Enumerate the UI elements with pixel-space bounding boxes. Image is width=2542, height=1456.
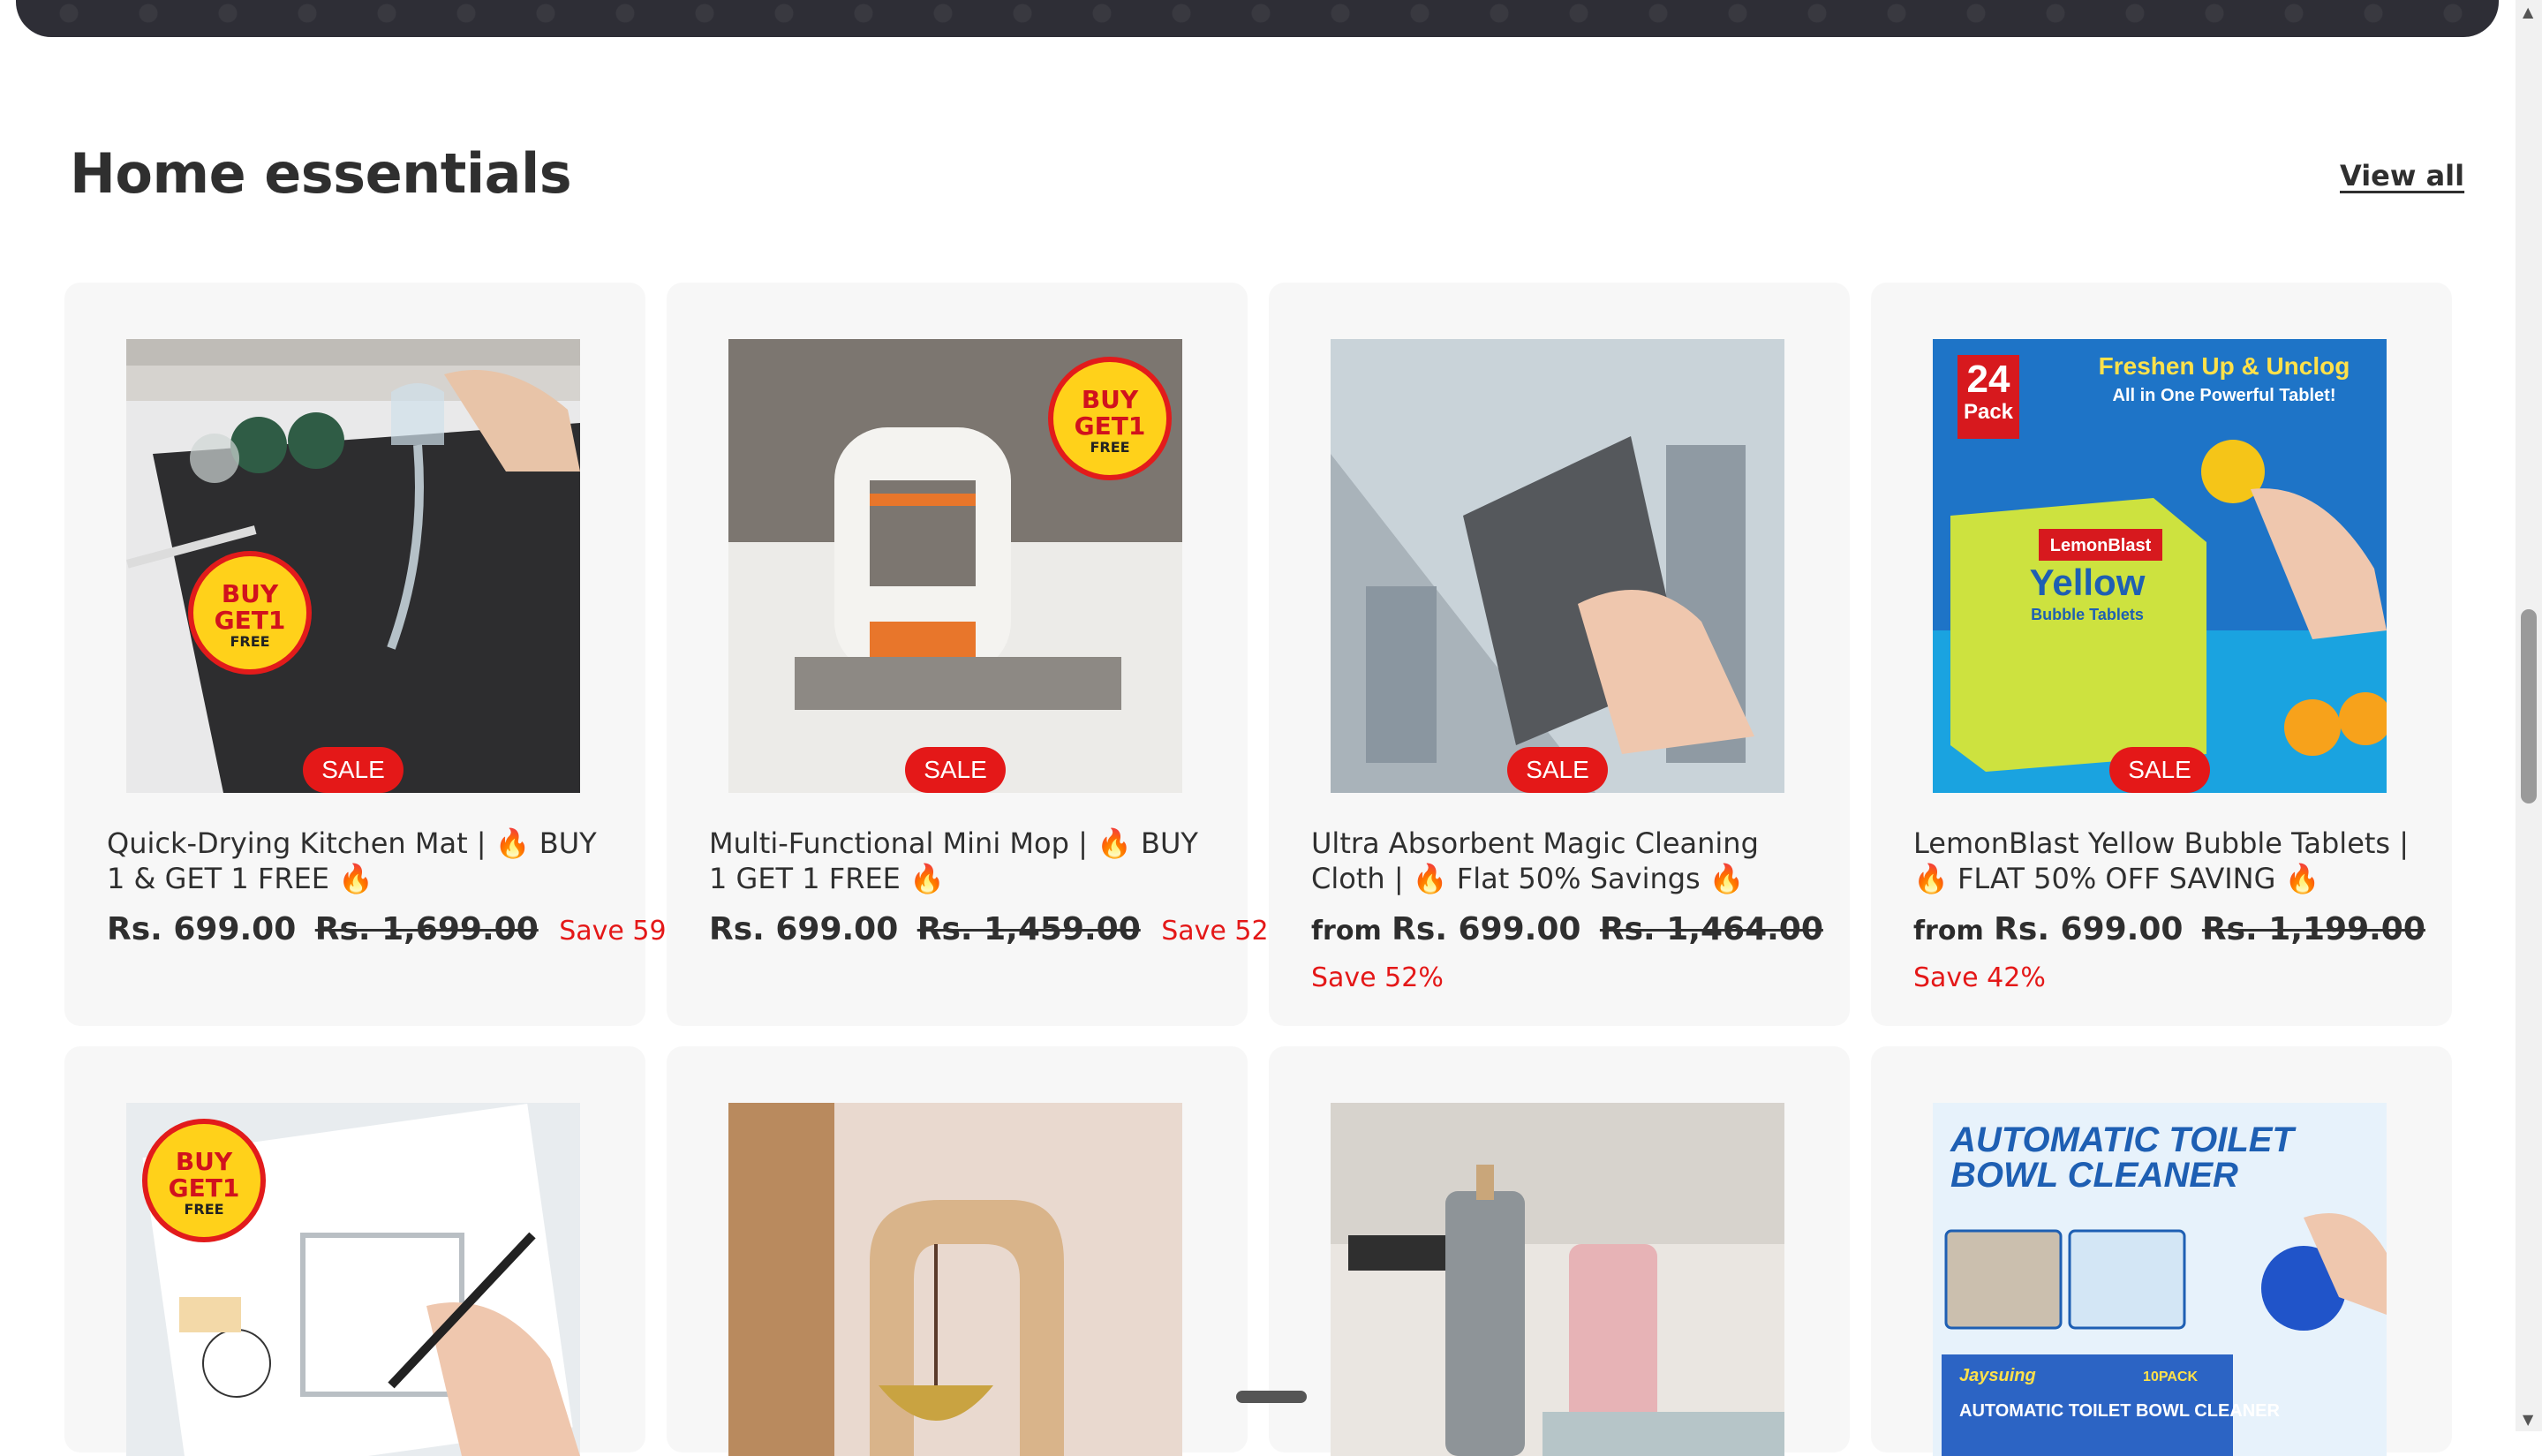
svg-text:Pack: Pack [1964,400,2014,424]
price-line: from Rs. 699.00 Rs. 1,464.00 [1311,911,1823,947]
bubble-tablets-image: 24 Pack Freshen Up & Unclog All in One P… [1933,339,2387,793]
bogo-badge: BUY GET1 FREE [188,551,312,675]
fire-icon: 🔥 [1412,862,1448,895]
fire-icon: 🔥 [1708,862,1745,895]
svg-text:AUTOMATIC TOILET: AUTOMATIC TOILET [1950,1120,2297,1159]
scroll-thumb[interactable] [2521,609,2537,803]
fire-icon: 🔥 [909,862,945,895]
fire-icon: 🔥 [494,826,531,860]
product-card-drawing-ruler[interactable]: BUY GET1 FREE [64,1046,645,1456]
product-title[interactable]: Ultra Absorbent Magic Cleaning Cloth | 🔥… [1311,826,1823,896]
product-title[interactable]: Quick-Drying Kitchen Mat | 🔥 BUY 1 & GET… [107,826,619,896]
product-image[interactable]: 24 Pack Freshen Up & Unclog All in One P… [1933,339,2387,793]
fire-icon: 🔥 [1097,826,1132,860]
compare-price: Rs. 1,699.00 [314,911,539,947]
save-label: Save 52% [1311,962,1444,993]
price-line: from Rs. 699.00 Rs. 1,199.00 [1913,911,2425,947]
product-card-mini-mop[interactable]: BUY GET1 FREE SALE Multi-Functional Mini… [667,283,1294,1026]
svg-text:Jaysuing: Jaysuing [1959,1366,2036,1385]
from-label: from [1311,916,1382,947]
kitchen-mat-image [126,339,580,793]
page-scrollbar[interactable]: ▲ ▼ [2516,0,2542,1431]
towel-roll-image [1331,1103,1784,1456]
price-line: Rs. 699.00 Rs. 1,459.00 Save 52% [709,911,1294,947]
product-card-kitchen-mat[interactable]: BUY GET1 FREE SALE Quick-Drying Kitchen … [64,283,691,1026]
wooden-stand-image [728,1103,1182,1456]
svg-text:10PACK: 10PACK [2143,1369,2198,1384]
product-card-wooden-stand[interactable] [667,1046,1248,1456]
svg-text:Yellow: Yellow [2030,562,2146,603]
product-card-toilet-cleaner[interactable]: AUTOMATIC TOILET BOWL CLEANER Jaysuing A… [1871,1046,2452,1456]
svg-text:Freshen Up & Unclog: Freshen Up & Unclog [2099,352,2350,380]
price: Rs. 699.00 [709,911,899,947]
product-card-towel-roll[interactable] [1269,1046,1850,1456]
price: Rs. 699.00 [1392,911,1581,947]
product-image[interactable]: BUY GET1 FREE [126,1103,580,1456]
product-title[interactable]: Multi-Functional Mini Mop | 🔥 BUY 1 GET … [709,826,1221,896]
compare-price: Rs. 1,459.00 [916,911,1141,947]
view-all-link[interactable]: View all [2340,159,2464,192]
sale-badge: SALE [1507,747,1608,793]
compare-price: Rs. 1,464.00 [1599,911,1823,947]
sale-badge: SALE [905,747,1006,793]
svg-text:AUTOMATIC TOILET BOWL CLEANER: AUTOMATIC TOILET BOWL CLEANER [1959,1401,2281,1421]
fire-icon: 🔥 [2284,862,2320,895]
product-image[interactable]: AUTOMATIC TOILET BOWL CLEANER Jaysuing A… [1933,1103,2387,1456]
svg-text:24: 24 [1967,358,2010,401]
fire-icon: 🔥 [1913,862,1949,895]
scroll-down-arrow-icon[interactable]: ▼ [2523,1411,2533,1428]
svg-text:All in One Powerful Tablet!: All in One Powerful Tablet! [2113,386,2336,405]
product-image[interactable] [728,1103,1182,1456]
section-title: Home essentials [70,141,572,206]
svg-text:BOWL CLEANER: BOWL CLEANER [1950,1156,2238,1195]
bogo-badge: BUY GET1 FREE [142,1119,266,1242]
from-label: from [1913,916,1984,947]
product-image[interactable]: BUY GET1 FREE SALE [126,339,580,793]
price: Rs. 699.00 [107,911,297,947]
drag-handle[interactable] [1236,1391,1307,1403]
product-title[interactable]: LemonBlast Yellow Bubble Tablets | 🔥 FLA… [1913,826,2425,896]
price: Rs. 699.00 [1994,911,2184,947]
product-card-bubble-tablets[interactable]: 24 Pack Freshen Up & Unclog All in One P… [1871,283,2452,1026]
svg-text:LemonBlast: LemonBlast [2050,536,2152,555]
toilet-cleaner-image: AUTOMATIC TOILET BOWL CLEANER Jaysuing A… [1933,1103,2387,1456]
cleaning-cloth-image [1331,339,1784,793]
product-image[interactable]: BUY GET1 FREE SALE [728,339,1182,793]
price-line: Rs. 699.00 Rs. 1,699.00 Save 59% [107,911,691,947]
sale-badge: SALE [2109,747,2210,793]
svg-text:Bubble Tablets: Bubble Tablets [2031,606,2144,623]
bogo-badge: BUY GET1 FREE [1048,357,1172,480]
product-image[interactable]: SALE [1331,339,1784,793]
scroll-up-arrow-icon[interactable]: ▲ [2523,4,2533,20]
fire-icon: 🔥 [338,862,374,895]
compare-price: Rs. 1,199.00 [2201,911,2425,947]
product-card-cleaning-cloth[interactable]: SALE Ultra Absorbent Magic Cleaning Clot… [1269,283,1850,1026]
product-image[interactable] [1331,1103,1784,1456]
sale-badge: SALE [303,747,404,793]
top-banner [16,0,2499,37]
save-label: Save 42% [1913,962,2046,993]
